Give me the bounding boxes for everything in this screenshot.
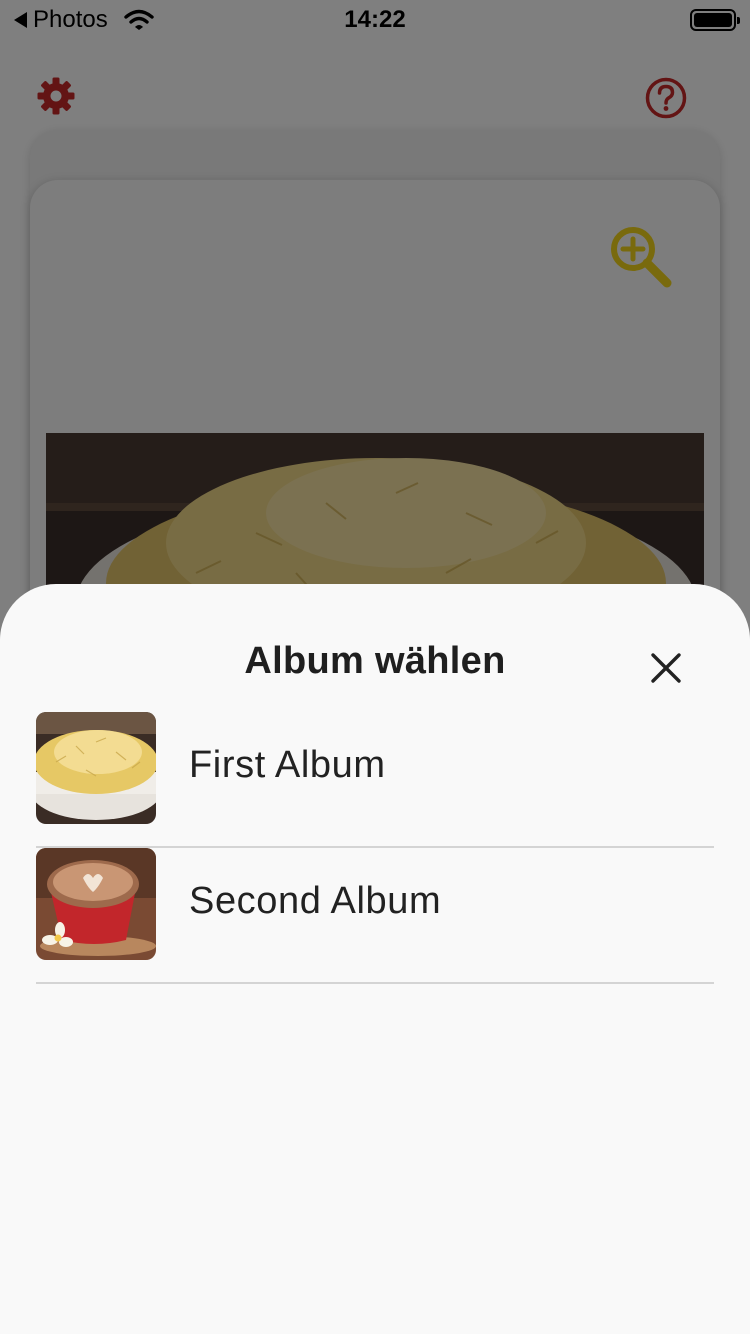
sheet-title: Album wählen	[244, 640, 506, 682]
album-name: First Album	[189, 744, 386, 786]
album-thumbnail-cheese	[36, 712, 156, 824]
album-list: First Album Second Album	[36, 712, 714, 984]
album-picker-sheet: Album wählen First Album Second Album	[0, 584, 750, 1334]
album-item-second[interactable]: Second Album	[36, 848, 714, 984]
album-item-first[interactable]: First Album	[36, 712, 714, 848]
album-thumbnail-latte	[36, 848, 156, 960]
album-name: Second Album	[189, 880, 442, 922]
close-icon[interactable]	[644, 646, 688, 690]
